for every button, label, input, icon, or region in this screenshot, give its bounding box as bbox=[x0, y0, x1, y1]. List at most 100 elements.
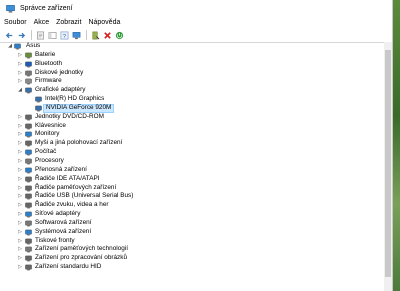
vertical-scrollbar[interactable] bbox=[384, 42, 392, 291]
tree-item[interactable]: ▷ Řadiče zvuku, videa a her bbox=[0, 201, 392, 210]
tree-item[interactable]: ▷ Myši a jiná polohovací zařízení bbox=[0, 139, 392, 148]
expanded-arrow-icon[interactable]: ◢ bbox=[7, 42, 13, 50]
collapsed-arrow-icon[interactable]: ▷ bbox=[17, 69, 23, 77]
collapsed-arrow-icon[interactable]: ▷ bbox=[17, 157, 23, 165]
tree-item[interactable]: ▷ Zařízení standardu HID bbox=[0, 263, 392, 272]
update-driver-button[interactable] bbox=[90, 30, 100, 40]
tree-item[interactable]: ▷ Systémová zařízení bbox=[0, 228, 392, 237]
collapsed-arrow-icon[interactable]: ▷ bbox=[17, 51, 23, 59]
tree-item[interactable]: ▷ Přenosná zařízení bbox=[0, 166, 392, 175]
collapsed-arrow-icon[interactable]: ▷ bbox=[17, 77, 23, 85]
monitor-icon bbox=[72, 31, 80, 39]
tree-item[interactable]: ▷ Procesory bbox=[0, 157, 392, 166]
device-label: Grafické adaptéry bbox=[35, 86, 86, 94]
portable-device-icon bbox=[25, 167, 32, 174]
tree-item[interactable]: ▷ Monitory bbox=[0, 130, 392, 139]
tree-item[interactable]: ▷ Počítač bbox=[0, 148, 392, 157]
tree-item[interactable]: ▷ Řadiče USB (Universal Serial Bus) bbox=[0, 192, 392, 201]
collapsed-arrow-icon[interactable]: ▷ bbox=[17, 113, 23, 121]
tree-child-item[interactable]: NVIDIA GeForce 920M bbox=[0, 103, 392, 113]
toolbar-separator bbox=[31, 30, 32, 40]
menu-view[interactable]: Zobrazit bbox=[56, 19, 81, 26]
device-label: Systémová zařízení bbox=[35, 227, 92, 235]
collapsed-arrow-icon[interactable]: ▷ bbox=[17, 60, 23, 68]
tree-item[interactable]: ▷ Diskové jednotky bbox=[0, 69, 392, 78]
driver-icon bbox=[92, 31, 99, 39]
menu-help[interactable]: Nápověda bbox=[88, 19, 120, 26]
back-button[interactable] bbox=[4, 30, 14, 40]
battery-icon bbox=[25, 52, 32, 59]
tree-item[interactable]: ▷ Klávesnice bbox=[0, 122, 392, 131]
hid-icon bbox=[25, 264, 32, 271]
forward-icon bbox=[18, 32, 25, 38]
tree-item[interactable]: ▷ Zařízení pro zpracování obrázků bbox=[0, 254, 392, 263]
tree-item[interactable]: ▷ Softwarová zařízení bbox=[0, 219, 392, 228]
sound-icon bbox=[25, 202, 32, 209]
bluetooth-icon bbox=[25, 61, 32, 68]
device-manager-window: Správce zařízení Soubor Akce Zobrazit Ná… bbox=[0, 0, 393, 291]
collapsed-arrow-icon[interactable]: ▷ bbox=[17, 201, 23, 209]
forward-button[interactable] bbox=[16, 30, 26, 40]
display-adapter-icon bbox=[35, 105, 42, 112]
collapsed-arrow-icon[interactable]: ▷ bbox=[17, 148, 23, 156]
display-adapter-icon bbox=[25, 87, 32, 94]
tree-item[interactable]: ▷ Bluetooth bbox=[0, 60, 392, 69]
collapsed-arrow-icon[interactable]: ▷ bbox=[17, 228, 23, 236]
ide-controller-icon bbox=[25, 176, 32, 183]
device-tree: ◢ Asus ▷ Baterie ▷ Bluetooth ▷ Diskové jednotky… bbox=[0, 42, 392, 291]
device-label: Diskové jednotky bbox=[35, 68, 84, 76]
collapsed-arrow-icon[interactable]: ▷ bbox=[17, 166, 23, 174]
collapsed-arrow-icon[interactable]: ▷ bbox=[17, 184, 23, 192]
device-label: Monitory bbox=[35, 130, 60, 138]
properties-button[interactable] bbox=[35, 30, 45, 40]
menu-bar: Soubor Akce Zobrazit Nápověda bbox=[0, 16, 392, 28]
device-label: Baterie bbox=[35, 50, 56, 58]
title-bar: Správce zařízení bbox=[0, 0, 392, 16]
help-icon: ? bbox=[60, 31, 68, 39]
collapsed-arrow-icon[interactable]: ▷ bbox=[17, 122, 23, 130]
collapsed-arrow-icon[interactable]: ▷ bbox=[17, 130, 23, 138]
mouse-icon bbox=[25, 140, 32, 147]
console-tree-icon bbox=[48, 31, 56, 39]
menu-file[interactable]: Soubor bbox=[4, 19, 27, 26]
collapsed-arrow-icon[interactable]: ▷ bbox=[17, 192, 23, 200]
tree-item[interactable]: ▷ Zařízení paměťových technologií bbox=[0, 245, 392, 254]
tree-item[interactable]: ▷ Řadiče IDE ATA/ATAPI bbox=[0, 175, 392, 184]
dvd-icon bbox=[25, 114, 32, 121]
device-label: Firmware bbox=[35, 77, 62, 85]
scrollbar-thumb[interactable] bbox=[385, 50, 391, 277]
collapsed-arrow-icon[interactable]: ▷ bbox=[17, 245, 23, 253]
device-label: Asus bbox=[26, 42, 41, 49]
collapsed-arrow-icon[interactable]: ▷ bbox=[17, 175, 23, 183]
tree-item[interactable]: ▷ Síťové adaptéry bbox=[0, 210, 392, 219]
device-label: NVIDIA GeForce 920M bbox=[43, 103, 115, 113]
help-button[interactable]: ? bbox=[59, 30, 69, 40]
tree-root[interactable]: ◢ Asus bbox=[0, 42, 392, 51]
collapsed-arrow-icon[interactable]: ▷ bbox=[17, 210, 23, 218]
network-icon bbox=[25, 211, 32, 218]
tree-item[interactable]: ▷ Baterie bbox=[0, 51, 392, 60]
collapsed-arrow-icon[interactable]: ▷ bbox=[17, 237, 23, 245]
tree-item[interactable]: ▷ Jednotky DVD/CD-ROM bbox=[0, 113, 392, 122]
monitor-icon bbox=[25, 132, 32, 138]
device-label: Zařízení paměťových technologií bbox=[35, 245, 128, 253]
menu-action[interactable]: Akce bbox=[34, 19, 50, 26]
software-device-icon bbox=[25, 220, 32, 227]
tree-item[interactable]: ◢ Grafické adaptéry bbox=[0, 86, 392, 95]
device-label: Počítač bbox=[35, 148, 57, 156]
collapsed-arrow-icon[interactable]: ▷ bbox=[17, 139, 23, 147]
uninstall-button[interactable] bbox=[102, 30, 112, 40]
printer-icon bbox=[25, 238, 32, 245]
show-hide-button[interactable] bbox=[47, 30, 57, 40]
desktop-background bbox=[393, 0, 400, 291]
tree-item[interactable]: ▷ Tiskové fronty bbox=[0, 237, 392, 246]
monitor-button[interactable] bbox=[71, 30, 81, 40]
tree-child-item[interactable]: Intel(R) HD Graphics bbox=[0, 95, 392, 104]
tree-item[interactable]: ▷ Firmware bbox=[0, 77, 392, 86]
usb-icon bbox=[25, 194, 32, 200]
collapsed-arrow-icon[interactable]: ▷ bbox=[17, 254, 23, 262]
collapsed-arrow-icon[interactable]: ▷ bbox=[17, 219, 23, 227]
expanded-arrow-icon[interactable]: ◢ bbox=[17, 86, 23, 94]
enable-button[interactable] bbox=[114, 30, 124, 40]
collapsed-arrow-icon[interactable]: ▷ bbox=[17, 263, 23, 271]
